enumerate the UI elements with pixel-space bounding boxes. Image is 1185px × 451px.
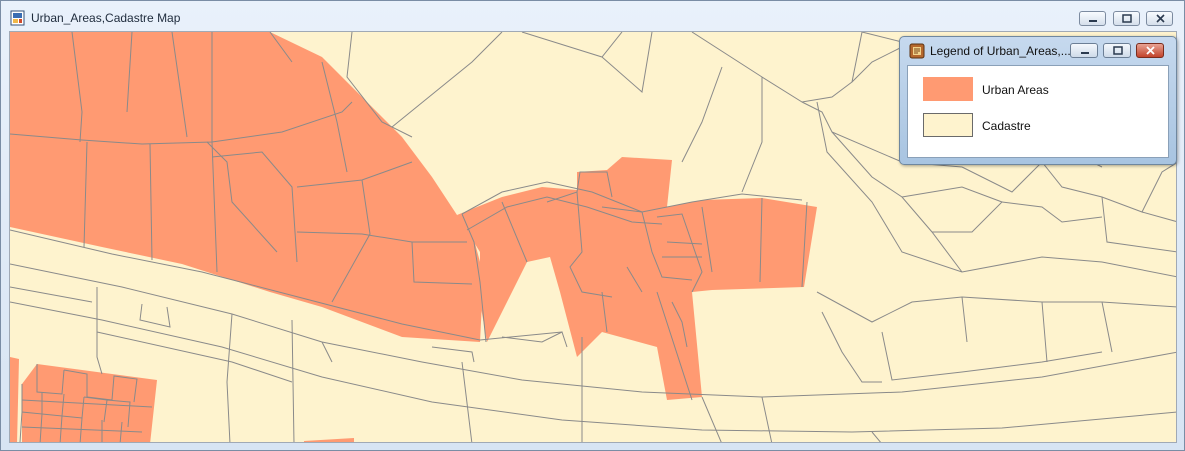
- window-title: Urban_Areas,Cadastre Map: [31, 11, 181, 25]
- maximize-icon: [1122, 14, 1132, 23]
- legend-swatch-urban-areas: [923, 77, 973, 101]
- close-icon: [1146, 46, 1155, 55]
- legend-body: Urban Areas Cadastre: [907, 65, 1169, 158]
- minimize-icon: [1081, 52, 1089, 54]
- minimize-button[interactable]: [1079, 11, 1106, 26]
- legend-label-urban-areas: Urban Areas: [982, 83, 1049, 97]
- maximize-icon: [1113, 46, 1123, 55]
- legend-swatch-cadastre: [923, 113, 973, 137]
- legend-label-cadastre: Cadastre: [982, 119, 1031, 133]
- legend-icon: [909, 43, 925, 59]
- close-button[interactable]: [1146, 11, 1173, 26]
- legend-window[interactable]: Legend of Urban_Areas,... Urban Areas Ca…: [899, 36, 1177, 165]
- legend-maximize-button[interactable]: [1103, 43, 1131, 58]
- legend-minimize-button[interactable]: [1070, 43, 1098, 58]
- map-document-icon: [10, 10, 26, 26]
- minimize-icon: [1089, 20, 1097, 22]
- title-bar[interactable]: Urban_Areas,Cadastre Map: [1, 1, 1184, 31]
- main-window: Urban_Areas,Cadastre Map Legend of Urban…: [0, 0, 1185, 451]
- legend-close-button[interactable]: [1136, 43, 1164, 58]
- close-icon: [1156, 14, 1165, 23]
- maximize-button[interactable]: [1113, 11, 1140, 26]
- legend-title: Legend of Urban_Areas,...: [930, 44, 1070, 58]
